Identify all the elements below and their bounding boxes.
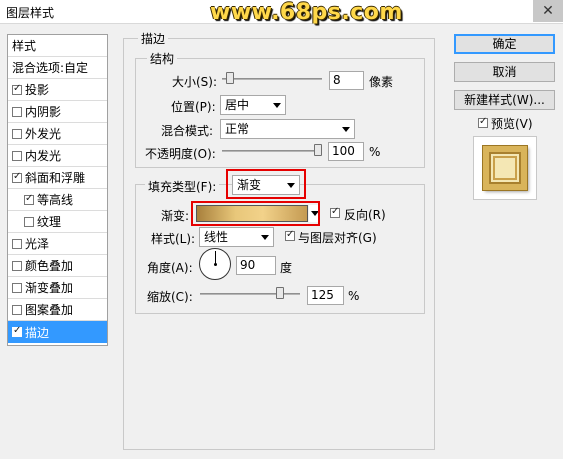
position-select[interactable]: 居中: [220, 95, 286, 115]
size-slider-thumb[interactable]: [226, 72, 234, 84]
sidebar-item-outer-glow[interactable]: 外发光: [8, 123, 107, 145]
blend-mode-select[interactable]: 正常: [220, 119, 355, 139]
size-input[interactable]: 8: [329, 71, 364, 90]
ok-button[interactable]: 确定: [454, 34, 555, 54]
sidebar-item-bevel-emboss[interactable]: 斜面和浮雕: [8, 167, 107, 189]
chevron-down-icon: [342, 127, 350, 132]
blend-mode-label: 混合模式:: [161, 124, 214, 138]
sidebar-item-inner-shadow[interactable]: 内阴影: [8, 101, 107, 123]
sidebar-item-label: 内阴影: [25, 105, 62, 119]
sidebar-item-label: 斜面和浮雕: [25, 171, 86, 185]
sidebar-item-stroke[interactable]: 描边: [8, 321, 107, 343]
new-style-button[interactable]: 新建样式(W)...: [454, 90, 555, 110]
cancel-button[interactable]: 取消: [454, 62, 555, 82]
angle-label: 角度(A):: [147, 261, 193, 275]
pattern-overlay-checkbox[interactable]: [12, 304, 22, 315]
scale-unit: %: [348, 289, 360, 303]
style-preview-thumbnail: [473, 136, 537, 200]
sidebar-item-drop-shadow[interactable]: 投影: [8, 79, 107, 101]
outer-glow-checkbox[interactable]: [12, 128, 22, 139]
opacity-unit: %: [369, 145, 381, 159]
preview-checkbox[interactable]: [478, 116, 488, 128]
gradient-style-value: 线性: [204, 230, 229, 244]
window-title: 图层样式: [6, 6, 55, 20]
opacity-slider-track[interactable]: [222, 150, 322, 152]
size-slider-track[interactable]: [222, 78, 322, 80]
sidebar-item-pattern-overlay[interactable]: 图案叠加: [8, 299, 107, 321]
scale-slider-track[interactable]: [200, 293, 300, 295]
styles-list: 样式 混合选项:自定 投影 内阴影 外发光 内发光 斜面和浮雕 等高线 纹理 光…: [7, 34, 108, 346]
inner-glow-checkbox[interactable]: [12, 150, 22, 161]
sidebar-item-label: 颜色叠加: [25, 259, 74, 273]
gradient-overlay-checkbox[interactable]: [12, 282, 22, 293]
sidebar-item-label: 光泽: [25, 237, 50, 251]
color-overlay-checkbox[interactable]: [12, 260, 22, 271]
gradient-style-select[interactable]: 线性: [199, 227, 274, 247]
size-unit: 像素: [369, 75, 394, 89]
sidebar-item-contour[interactable]: 等高线: [8, 189, 107, 211]
bevel-emboss-checkbox[interactable]: [12, 171, 22, 183]
satin-checkbox[interactable]: [12, 238, 22, 249]
scale-slider-thumb[interactable]: [276, 287, 284, 299]
sidebar-item-texture[interactable]: 纹理: [8, 211, 107, 233]
sidebar-item-inner-glow[interactable]: 内发光: [8, 145, 107, 167]
opacity-slider-thumb[interactable]: [314, 144, 322, 156]
angle-input[interactable]: 90: [236, 256, 276, 275]
structure-group-title: 结构: [147, 50, 178, 67]
sidebar-item-label: 内发光: [25, 149, 62, 163]
preview-label: 预览(V): [491, 117, 533, 131]
stroke-group-title: 描边: [138, 30, 169, 47]
angle-unit: 度: [280, 261, 293, 275]
reverse-checkbox[interactable]: [330, 206, 340, 218]
highlight-gradient: [191, 201, 320, 226]
sidebar-item-label: 等高线: [37, 193, 74, 207]
sidebar-item-label: 描边: [25, 325, 50, 340]
sidebar-item-label: 图案叠加: [25, 303, 74, 317]
gradient-label: 渐变:: [161, 209, 190, 223]
position-value: 居中: [225, 98, 250, 112]
chevron-down-icon: [261, 235, 269, 240]
gold-frame-preview: [483, 146, 527, 190]
angle-dial-center: [214, 263, 217, 266]
sidebar-item-label: 纹理: [37, 215, 62, 229]
position-label: 位置(P):: [171, 100, 216, 114]
contour-checkbox[interactable]: [24, 193, 34, 205]
size-label: 大小(S):: [172, 75, 218, 89]
align-with-layer-label: 与图层对齐(G): [298, 231, 377, 245]
reverse-label: 反向(R): [344, 208, 386, 222]
title-bar: 图层样式 www.68ps.com ✕: [0, 0, 563, 25]
close-button[interactable]: ✕: [533, 0, 563, 22]
chevron-down-icon: [273, 103, 281, 108]
blend-options-item[interactable]: 混合选项:自定: [8, 57, 107, 79]
stroke-checkbox[interactable]: [12, 325, 22, 337]
scale-label: 缩放(C):: [147, 290, 193, 304]
scale-input[interactable]: 125: [307, 286, 344, 305]
styles-header[interactable]: 样式: [8, 35, 107, 57]
sidebar-item-color-overlay[interactable]: 颜色叠加: [8, 255, 107, 277]
drop-shadow-checkbox[interactable]: [12, 83, 22, 95]
sidebar-item-label: 外发光: [25, 127, 62, 141]
inner-shadow-checkbox[interactable]: [12, 106, 22, 117]
watermark: www.68ps.com: [210, 0, 403, 25]
texture-checkbox[interactable]: [24, 216, 34, 227]
blend-mode-value: 正常: [225, 122, 250, 136]
angle-dial[interactable]: [199, 248, 231, 280]
fill-type-label: 填充类型(F):: [145, 178, 220, 195]
sidebar-item-gradient-overlay[interactable]: 渐变叠加: [8, 277, 107, 299]
sidebar-item-label: 投影: [25, 83, 50, 97]
highlight-fill-type: [226, 169, 306, 199]
sidebar-item-label: 渐变叠加: [25, 281, 74, 295]
sidebar-item-satin[interactable]: 光泽: [8, 233, 107, 255]
gradient-style-label: 样式(L):: [151, 232, 196, 246]
opacity-label: 不透明度(O):: [145, 147, 216, 161]
align-with-layer-checkbox[interactable]: [285, 229, 295, 241]
opacity-input[interactable]: 100: [328, 142, 364, 161]
